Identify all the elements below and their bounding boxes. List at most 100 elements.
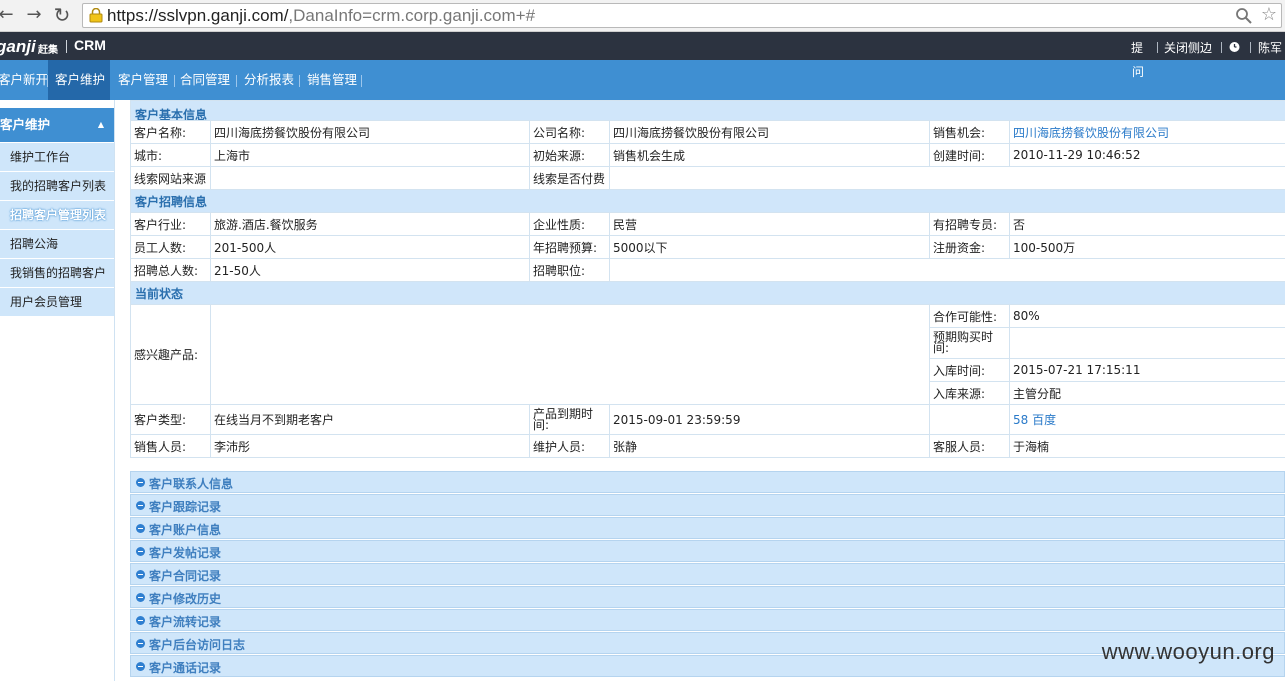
- panel-title: 客户联系人信息: [149, 477, 234, 491]
- nav-divider: [299, 75, 300, 87]
- industry-label: 客户行业:: [130, 212, 211, 236]
- specialist-value: 否: [1008, 212, 1285, 236]
- product-spacer: [929, 404, 1010, 435]
- nature-value: 民营: [609, 212, 930, 236]
- expect-buy-label: 预期购买时间:: [929, 327, 1010, 359]
- header-tip-continued: 问: [1132, 65, 1145, 79]
- storage-source-label: 入库来源:: [929, 381, 1010, 405]
- nav-divider: [361, 75, 362, 87]
- product-links-cell: 58 百度: [1008, 404, 1285, 435]
- product-links[interactable]: 58 百度: [1013, 413, 1056, 427]
- source-value: 销售机会生成: [609, 143, 930, 167]
- interest-label: 感兴趣产品:: [130, 304, 211, 405]
- customer-info-table: 客户基本信息 客户名称: 四川海底捞餐饮股份有限公司 公司名称: 四川海底捞餐饮…: [129, 100, 1285, 458]
- nature-label: 企业性质:: [529, 212, 610, 236]
- city-label: 城市:: [130, 143, 211, 167]
- budget-label: 年招聘预算:: [529, 235, 610, 259]
- header-tip-link[interactable]: 提: [1131, 39, 1143, 56]
- tab-analysis-reports[interactable]: 分析报表: [244, 60, 294, 100]
- customer-detail: 客户基本信息 客户名称: 四川海底捞餐饮股份有限公司 公司名称: 四川海底捞餐饮…: [129, 100, 1285, 458]
- panel-tracking[interactable]: 客户跟踪记录: [130, 494, 1285, 516]
- expand-icon: [136, 639, 145, 648]
- expand-icon: [136, 501, 145, 510]
- lead-site-label: 线索网站来源: [130, 166, 211, 190]
- sidebar-header[interactable]: 客户维护 ▲: [0, 108, 114, 142]
- panel-title: 客户发帖记录: [149, 546, 222, 560]
- alarm-clock-icon[interactable]: [1228, 40, 1241, 53]
- customer-type-value: 在线当月不到期老客户: [210, 404, 530, 435]
- expand-icon: [136, 662, 145, 671]
- tab-new-customer[interactable]: 客户新开: [0, 60, 48, 100]
- expand-icon: [136, 570, 145, 579]
- expect-buy-value: [1008, 327, 1285, 359]
- sidebar-item-recruit-pool[interactable]: 招聘公海: [0, 230, 114, 259]
- storage-time-label: 入库时间:: [929, 358, 1010, 382]
- expire-label: 产品到期时间:: [529, 404, 610, 435]
- tab-contract-management[interactable]: 合同管理: [180, 60, 230, 100]
- panel-transfer[interactable]: 客户流转记录: [130, 609, 1285, 631]
- nav-divider: [236, 75, 237, 87]
- zoom-icon[interactable]: [1235, 7, 1253, 25]
- sidebar-item-member-management[interactable]: 用户会员管理: [0, 288, 114, 317]
- header-divider: [1157, 42, 1158, 53]
- tab-customer-maintenance[interactable]: 客户维护: [48, 60, 110, 100]
- storage-time-value: 2015-07-21 17:15:11: [1008, 358, 1285, 382]
- url-text: https://sslvpn.ganji.com/,DanaInfo=crm.c…: [107, 6, 536, 25]
- created-value: 2010-11-29 10:46:52: [1008, 143, 1285, 167]
- service-label: 客服人员:: [929, 434, 1010, 458]
- city-value: 上海市: [210, 143, 530, 167]
- lead-paid-value: [608, 166, 1285, 190]
- specialist-label: 有招聘专员:: [929, 212, 1010, 236]
- expand-icon: [136, 616, 145, 625]
- panel-contracts[interactable]: 客户合同记录: [130, 563, 1285, 585]
- company-name-label: 公司名称:: [529, 120, 610, 144]
- service-value: 于海楠: [1008, 434, 1285, 458]
- bookmark-star-icon[interactable]: ☆: [1261, 5, 1277, 25]
- browser-toolbar: ← → ↻ https://sslvpn.ganji.com/,DanaInfo…: [0, 0, 1285, 32]
- sidebar-item-workbench[interactable]: 维护工作台: [0, 143, 114, 172]
- created-label: 创建时间:: [929, 143, 1010, 167]
- app-header: ganji 赶集 CRM 提 关闭侧边 陈军: [0, 32, 1285, 60]
- company-name-value: 四川海底捞餐饮股份有限公司: [609, 120, 930, 144]
- back-icon[interactable]: ←: [0, 3, 18, 27]
- forward-icon[interactable]: →: [22, 3, 46, 27]
- possibility-value: 80%: [1008, 304, 1285, 328]
- panel-history[interactable]: 客户修改历史: [130, 586, 1285, 608]
- panel-contacts[interactable]: 客户联系人信息: [130, 471, 1285, 493]
- main-navigation: 客户新开 客户维护 客户管理 合同管理 分析报表 销售管理 问: [0, 60, 1285, 100]
- customer-type-label: 客户类型:: [130, 404, 211, 435]
- panel-account[interactable]: 客户账户信息: [130, 517, 1285, 539]
- storage-source-value: 主管分配: [1008, 381, 1285, 405]
- header-divider: [1221, 42, 1222, 53]
- capital-value: 100-500万: [1008, 235, 1285, 259]
- industry-value: 旅游.酒店.餐饮服务: [210, 212, 530, 236]
- sales-chance-link[interactable]: 四川海底捞餐饮股份有限公司: [1013, 126, 1169, 140]
- expand-icon: [136, 524, 145, 533]
- sidebar-item-my-recruit-customers[interactable]: 我的招聘客户列表: [0, 172, 114, 201]
- employees-label: 员工人数:: [130, 235, 211, 259]
- sidebar-item-my-sold-customers[interactable]: 我销售的招聘客户: [0, 259, 114, 288]
- position-label: 招聘职位:: [529, 258, 610, 282]
- panel-title: 客户跟踪记录: [149, 500, 222, 514]
- panel-title: 客户合同记录: [149, 569, 222, 583]
- customer-name-value: 四川海底捞餐饮股份有限公司: [210, 120, 530, 144]
- maintainer-value: 张静: [609, 434, 930, 458]
- user-name[interactable]: 陈军: [1258, 39, 1282, 56]
- tab-sales-management[interactable]: 销售管理: [307, 60, 357, 100]
- reload-icon[interactable]: ↻: [50, 3, 74, 27]
- logo-divider: [66, 40, 67, 53]
- panel-title: 客户账户信息: [149, 523, 222, 537]
- sidebar-title: 客户维护: [0, 117, 51, 132]
- caret-up-icon: ▲: [97, 120, 104, 129]
- address-bar[interactable]: https://sslvpn.ganji.com/,DanaInfo=crm.c…: [82, 3, 1282, 28]
- expire-value: 2015-09-01 23:59:59: [609, 404, 930, 435]
- app-title: CRM: [74, 37, 106, 53]
- collapse-sidebar-link[interactable]: 关闭侧边: [1164, 39, 1212, 56]
- tab-customer-management[interactable]: 客户管理: [118, 60, 168, 100]
- watermark: www.wooyun.org: [1101, 639, 1275, 664]
- interest-value: [210, 304, 930, 405]
- sidebar-item-recruit-customer-management[interactable]: 招聘客户管理列表: [0, 201, 114, 230]
- employees-value: 201-500人: [210, 235, 530, 259]
- section-recruit-info: 客户招聘信息: [129, 189, 1285, 213]
- panel-posts[interactable]: 客户发帖记录: [130, 540, 1285, 562]
